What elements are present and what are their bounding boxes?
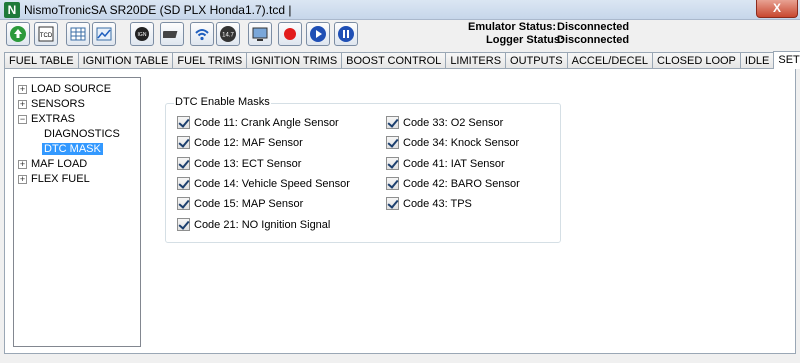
tcd-button[interactable]: TCD (34, 22, 58, 46)
tab-idle[interactable]: IDLE (739, 52, 775, 69)
svg-text:IGN: IGN (138, 32, 147, 38)
afr-gauge-button[interactable]: 14.7 (216, 22, 240, 46)
graph-icon (96, 27, 112, 41)
svg-text:TCD: TCD (40, 33, 53, 39)
tab-closed-loop[interactable]: CLOSED LOOP (652, 52, 741, 69)
checkbox-code-14[interactable]: Code 14: Vehicle Speed Sensor (177, 177, 350, 190)
ecu-chip-icon (163, 31, 178, 38)
checkbox-checked-icon[interactable] (177, 218, 190, 231)
play-icon (310, 26, 326, 42)
table-view-button[interactable] (66, 22, 90, 46)
checkbox-checked-icon[interactable] (386, 177, 399, 190)
checkbox-checked-icon[interactable] (177, 116, 190, 129)
collapse-icon[interactable]: − (18, 114, 27, 124)
monitor-icon (252, 27, 268, 41)
ecu-button[interactable] (160, 22, 184, 46)
expand-icon[interactable]: + (18, 174, 27, 184)
checkbox-code-11[interactable]: Code 11: Crank Angle Sensor (177, 116, 339, 129)
checkbox-checked-icon[interactable] (177, 136, 190, 149)
checkbox-code-42[interactable]: Code 42: BARO Sensor (386, 177, 520, 190)
tab-ignition-trims[interactable]: IGNITION TRIMS (246, 52, 343, 69)
monitor-button[interactable] (248, 22, 272, 46)
tab-accel-decel[interactable]: ACCEL/DECEL (566, 52, 654, 69)
tree-item-flex-fuel[interactable]: + FLEX FUEL (18, 172, 90, 186)
tab-setup[interactable]: SETUP (773, 51, 800, 69)
tree-item-maf-load[interactable]: + MAF LOAD (18, 157, 87, 171)
wifi-icon (195, 29, 209, 41)
expand-icon[interactable]: + (18, 159, 27, 169)
ignition-button[interactable]: IGN (130, 22, 154, 46)
expand-icon[interactable]: + (18, 84, 27, 94)
tree-item-load-source[interactable]: + LOAD SOURCE (18, 82, 111, 96)
setup-panel: + LOAD SOURCE + SENSORS − EXTRAS DIAGNOSTIC… (4, 68, 796, 354)
logger-status-value: Disconnected (557, 34, 630, 46)
tree-item-diagnostics[interactable]: DIAGNOSTICS (44, 127, 120, 141)
checkbox-checked-icon[interactable] (177, 197, 190, 210)
pause-button[interactable] (334, 22, 358, 46)
checkbox-code-33[interactable]: Code 33: O2 Sensor (386, 116, 503, 129)
tab-boost-control[interactable]: BOOST CONTROL (341, 52, 447, 69)
ignition-icon: IGN (135, 27, 149, 41)
checkbox-checked-icon[interactable] (177, 177, 190, 190)
checkbox-code-13[interactable]: Code 13: ECT Sensor (177, 157, 301, 170)
checkbox-code-15[interactable]: Code 15: MAP Sensor (177, 197, 303, 210)
tab-outputs[interactable]: OUTPUTS (505, 52, 568, 69)
tab-strip: FUEL TABLE IGNITION TABLE FUEL TRIMS IGN… (4, 51, 800, 69)
checkbox-checked-icon[interactable] (386, 136, 399, 149)
expand-icon[interactable]: + (18, 99, 27, 109)
upload-button[interactable] (6, 22, 30, 46)
tab-fuel-trims[interactable]: FUEL TRIMS (172, 52, 248, 69)
tab-fuel-table[interactable]: FUEL TABLE (4, 52, 79, 69)
tab-ignition-table[interactable]: IGNITION TABLE (77, 52, 174, 69)
tree-item-dtc-mask[interactable]: DTC MASK (42, 142, 103, 156)
checkbox-checked-icon[interactable] (177, 157, 190, 170)
checkbox-checked-icon[interactable] (386, 157, 399, 170)
tcd-file-icon: TCD (38, 26, 54, 42)
svg-text:14.7: 14.7 (222, 33, 234, 39)
tree-item-sensors[interactable]: + SENSORS (18, 97, 85, 111)
tree-item-extras[interactable]: − EXTRAS (18, 112, 75, 126)
checkbox-code-41[interactable]: Code 41: IAT Sensor (386, 157, 505, 170)
checkbox-checked-icon[interactable] (386, 116, 399, 129)
upload-arrow-icon (10, 26, 26, 42)
checkbox-code-43[interactable]: Code 43: TPS (386, 197, 472, 210)
pause-icon (338, 26, 354, 42)
window-title: NismoTronicSA SR20DE (SD PLX Honda1.7).t… (24, 3, 292, 17)
tab-limiters[interactable]: LIMITERS (445, 52, 507, 69)
group-title: DTC Enable Masks (174, 96, 271, 108)
wireless-button[interactable] (190, 22, 214, 46)
toolbar: TCD IGN 14.7 Emulator Status: Disconnect… (0, 20, 800, 48)
checkbox-code-12[interactable]: Code 12: MAF Sensor (177, 136, 303, 149)
close-button[interactable]: X (756, 0, 798, 18)
logger-status-label: Logger Status: (486, 34, 564, 46)
dtc-enable-masks-group: DTC Enable Masks Code 11: Crank Angle Se… (165, 96, 561, 243)
app-logo-icon: N (4, 2, 20, 18)
title-bar: N NismoTronicSA SR20DE (SD PLX Honda1.7)… (0, 0, 800, 20)
play-button[interactable] (306, 22, 330, 46)
status-bar (0, 356, 800, 363)
checkbox-checked-icon[interactable] (386, 197, 399, 210)
table-icon (70, 27, 86, 41)
record-icon (284, 28, 296, 40)
emulator-status-value: Disconnected (557, 21, 630, 33)
checkbox-code-34[interactable]: Code 34: Knock Sensor (386, 136, 519, 149)
graph-view-button[interactable] (92, 22, 116, 46)
emulator-status-label: Emulator Status: (468, 21, 557, 33)
setup-tree: + LOAD SOURCE + SENSORS − EXTRAS DIAGNOSTIC… (13, 77, 141, 347)
record-button[interactable] (278, 22, 302, 46)
checkbox-code-21[interactable]: Code 21: NO Ignition Signal (177, 218, 330, 231)
afr-gauge-icon: 14.7 (220, 26, 236, 42)
